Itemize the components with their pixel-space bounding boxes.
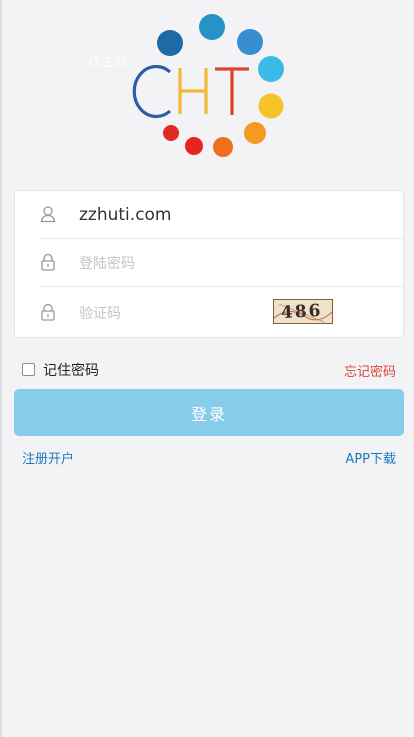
user-icon	[40, 206, 56, 223]
logo-dot	[199, 14, 225, 40]
logo-dot	[163, 125, 179, 141]
remember-checkbox[interactable]	[22, 362, 35, 376]
logo-dot	[213, 137, 233, 157]
password-row	[15, 239, 403, 286]
captcha-row: 486	[15, 289, 403, 336]
register-link[interactable]: 注册开户	[22, 448, 74, 467]
divider	[39, 286, 403, 287]
password-input[interactable]	[79, 254, 259, 274]
cht-logo	[132, 14, 284, 157]
logo-note: 找主题	[88, 55, 128, 70]
username-row	[15, 191, 403, 238]
logo-dot	[258, 93, 284, 119]
remember-label: 记住密码	[43, 363, 99, 379]
frame-border	[0, 0, 2, 737]
captcha-image[interactable]: 486	[273, 299, 333, 324]
logo-letter-c	[132, 64, 172, 119]
forgot-password-link[interactable]: 忘记密码	[344, 361, 396, 380]
logo-letter-t	[215, 67, 249, 115]
logo-letter-h	[178, 68, 208, 114]
lock-icon	[41, 253, 55, 271]
captcha-text: 486	[280, 300, 323, 324]
login-button[interactable]: 登录	[14, 389, 404, 436]
logo-dot	[185, 137, 203, 155]
remember-password[interactable]: 记住密码	[22, 360, 99, 380]
logo-dot	[157, 30, 183, 56]
username-input[interactable]	[79, 205, 259, 225]
lock-icon	[41, 303, 55, 321]
captcha-input[interactable]	[79, 304, 259, 324]
app-download-link[interactable]: APP下载	[345, 448, 396, 467]
logo-dot	[237, 29, 263, 55]
logo-dot	[244, 122, 266, 144]
logo-dot	[258, 56, 284, 82]
login-form-card: 486	[14, 190, 404, 338]
